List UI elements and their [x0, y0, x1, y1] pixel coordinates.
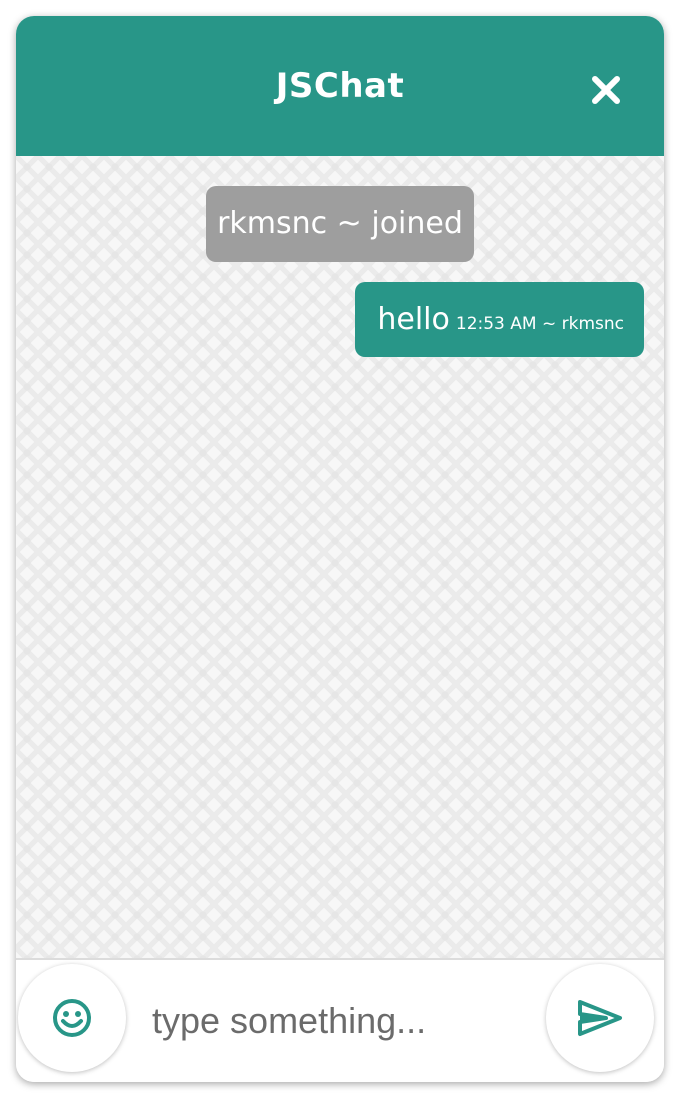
smiley-icon: [53, 999, 91, 1037]
message-text: hello: [377, 302, 450, 337]
system-message: rkmsnc ~ joined: [206, 186, 474, 262]
chat-message: hello 12:53 AM ~ rkmsnc: [355, 282, 644, 357]
chat-title: JSChat: [275, 66, 405, 106]
send-button[interactable]: [546, 964, 654, 1072]
send-icon: [578, 1000, 622, 1036]
message-input[interactable]: [152, 986, 532, 1056]
chat-window: JSChat rkmsnc ~ joined hello 12:53 AM ~ …: [16, 16, 664, 1082]
emoji-button[interactable]: [18, 964, 126, 1072]
message-list[interactable]: rkmsnc ~ joined hello 12:53 AM ~ rkmsnc: [16, 156, 664, 958]
composer-bar: [16, 958, 664, 1082]
close-button[interactable]: [586, 70, 626, 110]
chat-header: JSChat: [16, 16, 664, 156]
message-meta: 12:53 AM ~ rkmsnc: [455, 313, 624, 334]
close-icon: [592, 76, 620, 104]
